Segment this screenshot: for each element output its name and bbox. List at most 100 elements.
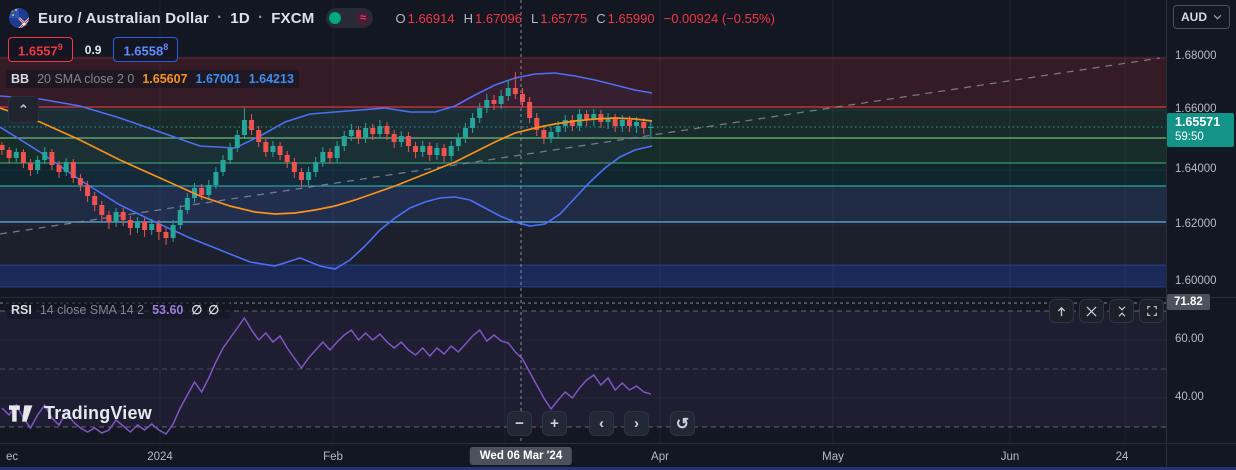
rsi-pane-controls (1049, 299, 1164, 323)
close-label: C (596, 10, 606, 26)
similar-wave-icon: ≈ (355, 10, 371, 26)
bb-name: BB (11, 72, 30, 86)
candle-body (612, 118, 618, 126)
candle-body (348, 130, 354, 136)
candle-body (427, 146, 433, 155)
zoom-in-button[interactable]: + (542, 411, 567, 436)
candle-body (35, 160, 41, 170)
time-axis[interactable]: ec 2024 Feb Apr May Jun 24 Wed 06 Mar '2… (0, 443, 1236, 470)
candle-body (13, 152, 19, 158)
arrow-up-icon (1057, 306, 1066, 316)
change-value: −0.00924 (−0.55%) (663, 10, 775, 26)
reset-chart-button[interactable]: ↺ (670, 411, 695, 436)
candle-body (327, 152, 333, 158)
candle-body (441, 148, 447, 156)
candle-body (156, 224, 162, 232)
candle-body (541, 130, 547, 138)
candle-body (341, 136, 347, 146)
candle-body (484, 100, 490, 108)
time-tick: May (822, 451, 844, 463)
candle-body (634, 122, 640, 126)
candle-body (70, 162, 76, 178)
price-tick: 1.64000 (1175, 163, 1217, 175)
candle-body (470, 118, 476, 128)
timeframe[interactable]: 1D (230, 10, 250, 27)
candle-body (142, 222, 148, 230)
reset-rotate-icon: ↺ (675, 415, 690, 433)
maximize-pane-button[interactable] (1139, 299, 1164, 323)
buy-button[interactable]: 1.65588 (113, 37, 179, 63)
candle-body (626, 120, 632, 126)
candle-body (77, 178, 83, 185)
rsi-indicator-legend[interactable]: RSI 14 close SMA 14 2 53.60 ∅∅ (6, 300, 231, 319)
candle-body (420, 146, 426, 152)
price-tick: 1.60000 (1175, 275, 1217, 287)
market-status-toggle[interactable]: ≈ (326, 8, 374, 28)
chevron-right-icon: › (634, 415, 639, 432)
candle-body (462, 128, 468, 138)
exchange[interactable]: FXCM (271, 10, 314, 27)
candle-body (263, 142, 269, 152)
chart-nav-toolbar: − + ‹ › ↺ (507, 411, 695, 436)
candle-body (477, 108, 483, 118)
separator-dot: · (257, 9, 264, 26)
candle-body (384, 126, 390, 134)
candle-body (527, 102, 533, 118)
rsi-tick: 60.00 (1175, 333, 1204, 345)
candle-body (377, 126, 383, 134)
separator-dot: · (216, 9, 223, 26)
scroll-right-button[interactable]: › (624, 411, 649, 436)
tradingview-chart-window: Euro / Australian Dollar · 1D · FXCM ≈ O… (0, 0, 1236, 470)
move-pane-up-button[interactable] (1049, 299, 1074, 323)
crosshair-value-label: 71.82 (1167, 294, 1210, 310)
empty-set-icon: ∅ (208, 303, 226, 317)
candle-body (313, 162, 319, 172)
symbol-title[interactable]: Euro / Australian Dollar (38, 10, 209, 27)
candle-body (370, 128, 376, 134)
candle-body (134, 222, 140, 228)
price-chart-canvas[interactable] (0, 0, 1166, 443)
bb-indicator-legend[interactable]: BB 20 SMA close 2 0 1.65607 1.67001 1.64… (6, 70, 299, 88)
zoom-out-button[interactable]: − (507, 411, 532, 436)
open-label: O (395, 10, 406, 26)
close-pane-button[interactable] (1079, 299, 1104, 323)
candle-body (120, 212, 126, 220)
high-label: H (463, 10, 473, 26)
bb-lower-value: 1.64213 (248, 72, 294, 86)
tradingview-logo-text: TradingView (44, 403, 152, 423)
minimize-pane-button[interactable] (1109, 299, 1134, 323)
candle-body (505, 88, 511, 96)
candle-body (170, 225, 176, 238)
bb-params: 20 SMA close 2 0 (37, 72, 135, 86)
candle-body (177, 210, 183, 225)
open-value: 1.66914 (407, 10, 455, 26)
candle-body (6, 150, 12, 158)
currency-dropdown[interactable]: AUD (1173, 5, 1230, 29)
spread-value: 0.9 (84, 42, 102, 57)
price-scale-separator[interactable] (1166, 0, 1167, 470)
candle-body (320, 152, 326, 162)
collapse-panel-button[interactable]: ⌃ (8, 96, 39, 123)
candle-body (20, 152, 26, 163)
bb-upper-value: 1.67001 (195, 72, 241, 86)
scroll-left-button[interactable]: ‹ (589, 411, 614, 436)
rsi-name: RSI (11, 302, 32, 317)
tradingview-logo[interactable]: TradingView (9, 403, 152, 424)
candle-body (256, 130, 262, 142)
sell-button[interactable]: 1.65579 (8, 37, 73, 63)
pane-separator[interactable] (0, 297, 1236, 298)
close-icon (1086, 305, 1097, 317)
candle-body (49, 152, 55, 165)
low-label: L (531, 10, 539, 26)
candle-body (512, 88, 518, 94)
rsi-params: 14 close SMA 14 2 (39, 302, 145, 317)
price-tick: 1.62000 (1175, 218, 1217, 230)
collapse-chevrons-icon (1118, 305, 1125, 317)
bar-countdown: 59:50 (1175, 131, 1204, 143)
price-scale[interactable]: AUD 1.68000 1.66000 1.64000 1.62000 1.60… (1166, 0, 1236, 470)
candle-body (199, 188, 205, 195)
bb-basis-value: 1.65607 (142, 72, 188, 86)
market-open-dot-icon (329, 12, 342, 24)
candle-body (641, 122, 647, 128)
time-tick: Apr (651, 451, 669, 463)
